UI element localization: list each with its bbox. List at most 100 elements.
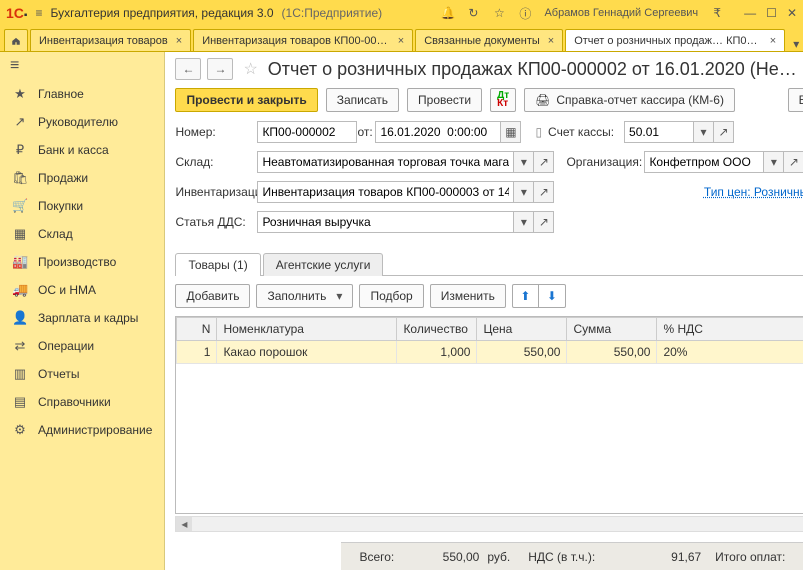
move-down-button[interactable]: ⬇ [539, 285, 565, 307]
number-label: Номер: [175, 125, 257, 139]
close-icon[interactable]: × [176, 35, 182, 47]
open-icon[interactable]: ↗ [534, 211, 554, 233]
subtab-agent[interactable]: Агентские услуги [263, 253, 384, 276]
sidebar-item-operations[interactable]: ⇄Операции [0, 332, 164, 360]
title-bar: 1C▪ ≡ Бухгалтерия предприятия, редакция … [0, 0, 803, 26]
tab-4[interactable]: Отчет о розничных продаж… КП00-000002× [565, 29, 785, 51]
move-up-button[interactable]: ⬆ [513, 285, 539, 307]
add-button[interactable]: Добавить [175, 284, 250, 308]
close-icon[interactable]: × [398, 35, 404, 47]
minimize-icon[interactable]: — [744, 6, 756, 20]
vat-label: НДС (в т.ч.): [528, 550, 595, 564]
logo-1c: 1C▪ [6, 5, 27, 21]
history-icon[interactable]: ↻ [466, 6, 480, 20]
table-row[interactable]: 1 Какао порошок 1,000 550,00 550,00 20% [177, 341, 803, 364]
select-button[interactable]: Подбор [359, 284, 423, 308]
cart-icon: 🛒 [12, 198, 28, 214]
inventory-input[interactable] [257, 181, 514, 203]
favorite-icon[interactable]: ☆ [243, 59, 257, 79]
print-report-button[interactable]: 🖨Справка-отчет кассира (КМ-6) [524, 88, 735, 112]
select-icon[interactable]: ▾ [694, 121, 714, 143]
sidebar-item-purchases[interactable]: 🛒Покупки [0, 192, 164, 220]
horizontal-scrollbar[interactable]: ◂ ▸ [175, 516, 803, 532]
calendar-icon[interactable]: ▦ [501, 121, 521, 143]
open-icon[interactable]: ↗ [534, 181, 554, 203]
sidebar-item-manager[interactable]: ↗Руководителю [0, 108, 164, 136]
price-type-link[interactable]: Тип цен: Розничные (НДС в с… [704, 185, 803, 199]
col-sum[interactable]: Сумма [567, 318, 657, 341]
dds-input[interactable] [257, 211, 514, 233]
gear-icon: ⚙ [12, 422, 28, 438]
cash-account-input[interactable] [624, 121, 694, 143]
col-price[interactable]: Цена [477, 318, 567, 341]
open-icon[interactable]: ↗ [714, 121, 734, 143]
save-button[interactable]: Записать [326, 88, 399, 112]
bell-icon[interactable]: 🔔 [440, 6, 454, 20]
user-menu-icon[interactable]: ₹ [710, 6, 724, 20]
select-icon[interactable]: ▾ [764, 151, 784, 173]
sidebar-item-warehouse[interactable]: ▦Склад [0, 220, 164, 248]
col-nomenclature[interactable]: Номенклатура [217, 318, 397, 341]
warehouse-input[interactable] [257, 151, 514, 173]
total-label: Всего: [359, 550, 394, 564]
subtab-goods[interactable]: Товары (1) [175, 253, 260, 276]
arrow-up-icon: ⬆ [520, 289, 530, 303]
sidebar-item-admin[interactable]: ⚙Администрирование [0, 416, 164, 444]
date-label: от: [357, 125, 375, 139]
col-n[interactable]: N [177, 318, 217, 341]
scroll-left-icon[interactable]: ◂ [176, 517, 192, 531]
user-name[interactable]: Абрамов Геннадий Сергеевич [544, 7, 698, 19]
close-icon[interactable]: × [548, 35, 554, 47]
sidebar-item-bank[interactable]: ₽Банк и касса [0, 136, 164, 164]
arrow-down-icon: ⬇ [547, 289, 557, 303]
sidebar-item-main[interactable]: ★Главное [0, 80, 164, 108]
goods-grid[interactable]: N Номенклатура Количество Цена Сумма % Н… [175, 316, 803, 514]
select-icon[interactable]: ▾ [514, 181, 534, 203]
sidebar-toggle-icon[interactable]: ≡ [0, 52, 164, 80]
fill-button[interactable]: Заполнить▾ [256, 284, 353, 308]
close-icon[interactable]: × [770, 35, 776, 47]
sidebar-item-salary[interactable]: 👤Зарплата и кадры [0, 304, 164, 332]
maximize-icon[interactable]: ☐ [766, 6, 777, 20]
menu-icon[interactable]: ≡ [35, 6, 42, 20]
org-input[interactable] [644, 151, 764, 173]
sidebar-item-sales[interactable]: 🛍Продажи [0, 164, 164, 192]
sidebar-item-production[interactable]: 🏭Производство [0, 248, 164, 276]
tabs-bar: Инвентаризация товаров× Инвентаризация т… [0, 26, 803, 52]
nav-back-button[interactable]: ← [175, 58, 201, 80]
col-qty[interactable]: Количество [397, 318, 477, 341]
select-icon[interactable]: ▾ [514, 211, 534, 233]
tabs-overflow-icon[interactable]: ▾ [789, 37, 803, 51]
sidebar-item-reports[interactable]: ▥Отчеты [0, 360, 164, 388]
platform-label: (1С:Предприятие) [282, 6, 383, 20]
select-icon[interactable]: ▾ [514, 151, 534, 173]
tab-1[interactable]: Инвентаризация товаров× [30, 29, 191, 51]
printer-icon: 🖨 [535, 93, 550, 107]
org-label: Организация: [566, 155, 644, 169]
warehouse-label: Склад: [175, 155, 257, 169]
page-title: Отчет о розничных продажах КП00-000002 о… [268, 59, 797, 80]
help-icon[interactable]: ⓘ [518, 5, 532, 22]
sidebar-item-assets[interactable]: 🚚ОС и НМА [0, 276, 164, 304]
grid-header: N Номенклатура Количество Цена Сумма % Н… [177, 318, 803, 341]
sidebar-item-catalogs[interactable]: ▤Справочники [0, 388, 164, 416]
post-and-close-button[interactable]: Провести и закрыть [175, 88, 317, 112]
number-input[interactable] [257, 121, 357, 143]
open-icon[interactable]: ↗ [534, 151, 554, 173]
bag-icon: 🛍 [12, 170, 28, 186]
nav-forward-button[interactable]: → [207, 58, 233, 80]
post-button[interactable]: Провести [407, 88, 482, 112]
tab-home[interactable] [4, 29, 28, 51]
tab-3[interactable]: Связанные документы× [415, 29, 563, 51]
date-input[interactable] [375, 121, 501, 143]
more-button[interactable]: Еще▾ [788, 88, 803, 112]
star-icon[interactable]: ☆ [492, 6, 506, 20]
col-vat[interactable]: % НДС [657, 318, 803, 341]
tab-2[interactable]: Инвентаризация товаров КП00-000003 о…× [193, 29, 413, 51]
dt-kt-button[interactable]: ДтКт [490, 88, 516, 112]
book-icon: ▤ [12, 394, 28, 410]
dtkt-icon: ДтКт [497, 92, 509, 108]
open-icon[interactable]: ↗ [784, 151, 803, 173]
change-button[interactable]: Изменить [430, 284, 506, 308]
close-window-icon[interactable]: ✕ [787, 6, 797, 20]
